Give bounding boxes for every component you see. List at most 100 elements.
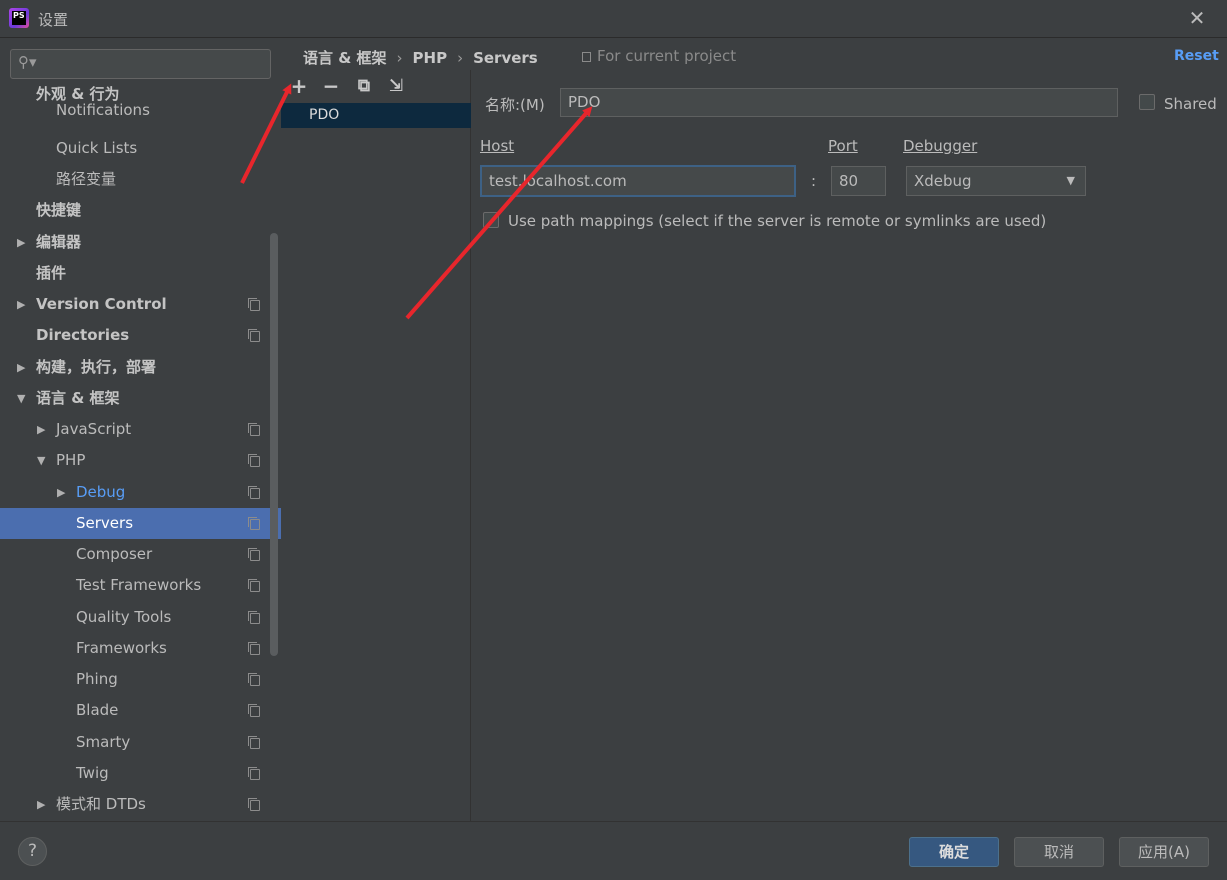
debugger-value: Xdebug <box>914 172 972 190</box>
host-port-separator: : <box>811 172 817 190</box>
tree-item-frameworks[interactable]: Frameworks <box>0 633 281 664</box>
expand-arrow-icon[interactable]: ▶ <box>57 477 65 508</box>
tree-item-label: Directories <box>36 326 130 344</box>
server-list-panel: + − ⧉ ⇲ PDO <box>281 70 471 821</box>
tree-item-label: 构建，执行，部署 <box>36 358 157 376</box>
tree-item-label: Servers <box>76 514 134 532</box>
project-scope-icon <box>248 548 260 561</box>
server-list-item[interactable]: PDO <box>281 103 471 128</box>
expand-arrow-icon[interactable]: ▶ <box>17 289 25 320</box>
project-scope-indicator: For current project <box>582 47 736 65</box>
project-scope-icon <box>248 423 260 436</box>
tree-item-servers[interactable]: Servers <box>0 508 281 539</box>
port-field[interactable]: 80 <box>831 166 886 196</box>
copy-server-button[interactable]: ⧉ <box>352 74 376 98</box>
tree-item-keymap[interactable]: 快捷键 <box>0 195 281 226</box>
search-input[interactable]: ⚲▾ <box>10 49 271 79</box>
close-button[interactable]: ✕ <box>1186 7 1208 29</box>
tree-item-test-frameworks[interactable]: Test Frameworks <box>0 570 281 601</box>
breadcrumb-servers: Servers <box>473 49 538 67</box>
name-label: 名称:(M) <box>485 96 545 114</box>
remove-server-button[interactable]: − <box>319 74 343 98</box>
tree-item-version-control[interactable]: ▶ Version Control <box>0 289 281 320</box>
tree-item-quick-lists[interactable]: Quick Lists <box>0 133 281 164</box>
expand-arrow-icon[interactable]: ▶ <box>17 227 25 258</box>
add-server-button[interactable]: + <box>287 74 311 98</box>
project-scope-icon <box>248 736 260 749</box>
debugger-select[interactable]: Xdebug ▼ <box>906 166 1086 196</box>
tree-item-label: Phing <box>76 670 118 688</box>
host-field[interactable]: test.localhost.com <box>480 165 796 197</box>
tree-item-label: PHP <box>56 451 86 469</box>
tree-item-label: 编辑器 <box>36 233 82 251</box>
project-scope-icon <box>248 704 260 717</box>
tree-item-javascript[interactable]: ▶ JavaScript <box>0 414 281 445</box>
project-scope-icon <box>248 642 260 655</box>
tree-item-debug[interactable]: ▶ Debug <box>0 477 281 508</box>
tree-item-plugins[interactable]: 插件 <box>0 258 281 289</box>
app-icon-text: PS <box>12 11 26 25</box>
tree-item-schemas-dtds[interactable]: ▶ 模式和 DTDs <box>0 789 281 820</box>
breadcrumb-languages: 语言 & 框架 <box>303 49 387 67</box>
breadcrumb-separator: › <box>396 49 403 67</box>
search-icon: ⚲▾ <box>18 53 37 71</box>
breadcrumb-php: PHP <box>412 49 448 67</box>
collapse-arrow-icon[interactable]: ▼ <box>37 445 45 476</box>
tree-item-path-variables[interactable]: 路径变量 <box>0 164 281 195</box>
project-scope-icon <box>248 329 260 342</box>
shared-label: Shared <box>1164 95 1217 113</box>
host-label: Host <box>480 137 515 155</box>
tree-item-label: Debug <box>76 483 126 501</box>
tree-item-notifications[interactable]: Notifications <box>0 102 281 118</box>
tree-item-label: Smarty <box>76 733 131 751</box>
breadcrumb: 语言 & 框架 › PHP › Servers <box>303 47 538 69</box>
tree-item-languages-frameworks[interactable]: ▼ 语言 & 框架 <box>0 383 281 414</box>
project-scope-icon <box>248 611 260 624</box>
tree-item-label: Quality Tools <box>76 608 172 626</box>
tree-item-label: Composer <box>76 545 153 563</box>
project-scope-icon <box>248 298 260 311</box>
apply-button[interactable]: 应用(A) <box>1119 837 1209 867</box>
tree-item-composer[interactable]: Composer <box>0 539 281 570</box>
port-label: Port <box>828 137 858 155</box>
help-button[interactable]: ? <box>18 837 47 866</box>
server-name-field[interactable]: PDO <box>560 88 1118 117</box>
chevron-down-icon: ▼ <box>1066 174 1075 187</box>
shared-checkbox[interactable] <box>1139 94 1155 110</box>
settings-sidebar: ⚲▾ 外观 & 行为 Notifications Quick Lists 路径变… <box>0 38 281 821</box>
tree-item-directories[interactable]: Directories <box>0 320 281 351</box>
import-server-button[interactable]: ⇲ <box>384 74 408 98</box>
project-scope-icon <box>248 798 260 811</box>
window-title: 设置 <box>38 11 69 29</box>
tree-item-php[interactable]: ▼ PHP <box>0 445 281 476</box>
ok-button[interactable]: 确定 <box>909 837 999 867</box>
tree-item-smarty[interactable]: Smarty <box>0 727 281 758</box>
tree-item-label: 路径变量 <box>56 170 117 188</box>
tree-item-label: Notifications <box>56 102 150 118</box>
project-scope-icon <box>248 517 260 530</box>
tree-item-quality-tools[interactable]: Quality Tools <box>0 602 281 633</box>
expand-arrow-icon[interactable]: ▶ <box>37 414 45 445</box>
tree-item-label: Version Control <box>36 295 167 313</box>
tree-item-blade[interactable]: Blade <box>0 695 281 726</box>
tree-item-twig[interactable]: Twig <box>0 758 281 789</box>
path-mappings-checkbox[interactable] <box>483 212 499 228</box>
tree-item-label: 插件 <box>36 264 67 282</box>
tree-item-phing[interactable]: Phing <box>0 664 281 695</box>
reset-link[interactable]: Reset <box>1174 48 1219 64</box>
path-mappings-label: Use path mappings (select if the server … <box>508 212 1047 230</box>
tree-item-label: Frameworks <box>76 639 167 657</box>
tree-item-label: Quick Lists <box>56 139 138 157</box>
dialog-footer: ? 确定 取消 应用(A) <box>0 821 1227 880</box>
expand-arrow-icon[interactable]: ▶ <box>17 352 25 383</box>
tree-item-build-execution-deployment[interactable]: ▶ 构建，执行，部署 <box>0 352 281 383</box>
expand-arrow-icon[interactable]: ▶ <box>37 789 45 820</box>
tree-item-label: 语言 & 框架 <box>36 389 120 407</box>
tree-item-label: Test Frameworks <box>76 576 202 594</box>
cancel-button[interactable]: 取消 <box>1014 837 1104 867</box>
sidebar-scrollbar[interactable] <box>270 233 278 656</box>
tree-item-editor[interactable]: ▶ 编辑器 <box>0 227 281 258</box>
debugger-label: Debugger <box>903 137 978 155</box>
tree-item-label: 模式和 DTDs <box>56 795 146 813</box>
collapse-arrow-icon[interactable]: ▼ <box>17 383 25 414</box>
